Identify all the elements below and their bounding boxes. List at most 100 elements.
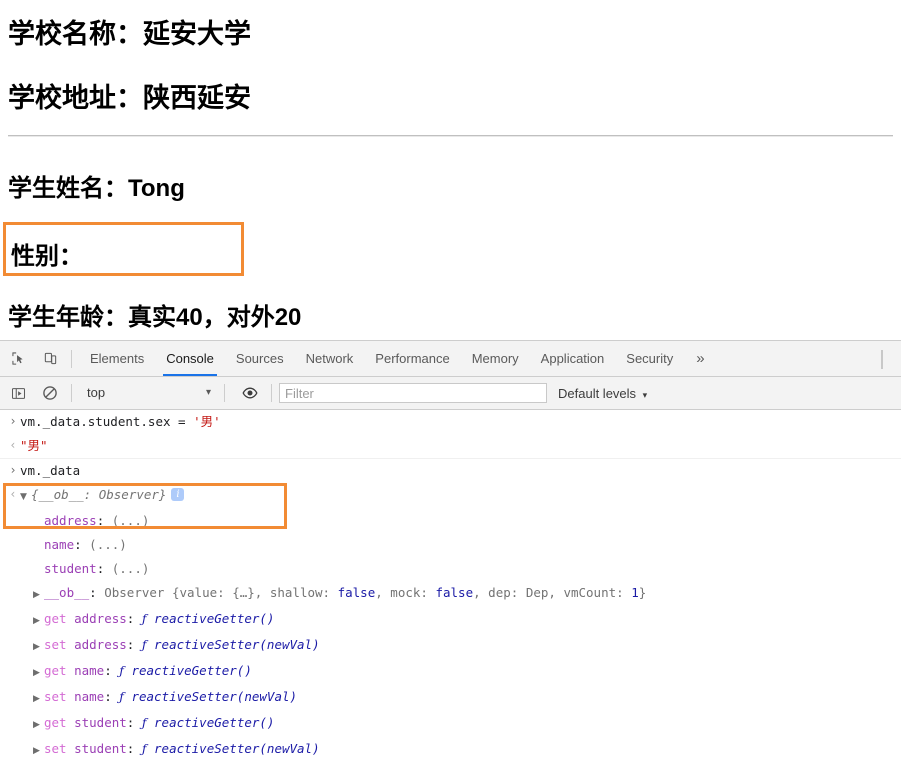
devtools-tabbar: Elements Console Sources Network Perform…	[0, 341, 901, 377]
function-signature: reactiveSetter(newVal)	[131, 689, 298, 704]
console-message-list: › vm._data.student.sex = '男' ‹ "男" › vm.…	[0, 410, 901, 762]
function-signature: reactiveGetter()	[154, 715, 275, 730]
expand-triangle-icon[interactable]	[20, 487, 31, 507]
student-sex-highlight-box: 性别：	[3, 222, 244, 276]
console-filter-input[interactable]	[279, 383, 547, 403]
expand-triangle-icon[interactable]	[33, 611, 44, 631]
expand-triangle-icon[interactable]	[33, 637, 44, 657]
property-name: student	[44, 561, 97, 576]
property-value[interactable]: (...)	[112, 561, 150, 576]
field-value: false	[337, 585, 376, 600]
object-property-row-ob[interactable]: __ob__: Observer {value: {…}, shallow: f…	[0, 581, 901, 607]
field-key: dep	[488, 585, 511, 600]
tab-elements[interactable]: Elements	[79, 341, 155, 376]
expand-triangle-icon[interactable]	[33, 715, 44, 735]
accessor-name: student	[74, 715, 127, 730]
log-levels-label: Default levels	[558, 385, 637, 401]
tab-application[interactable]: Application	[530, 341, 616, 376]
accessor-kind: get	[44, 663, 67, 678]
expand-triangle-icon[interactable]	[33, 663, 44, 683]
accessor-name: address	[74, 637, 127, 652]
tab-security[interactable]: Security	[615, 341, 684, 376]
property-value[interactable]: (...)	[112, 513, 150, 528]
output-caret-icon: ‹	[9, 487, 17, 501]
console-code-string: '男'	[185, 414, 221, 429]
console-message-input[interactable]: › vm._data.student.sex = '男'	[0, 410, 901, 434]
field-value: Dep	[525, 585, 549, 600]
tab-network[interactable]: Network	[295, 341, 365, 376]
console-filter-bar: top ▾ Default levels ▾	[0, 377, 901, 410]
constructor-name: Observer	[104, 585, 165, 600]
execution-context-select[interactable]: top ▾	[79, 382, 217, 404]
school-name-line: 学校名称：延安大学	[8, 19, 251, 49]
function-symbol-icon: ƒ	[141, 611, 147, 626]
log-levels-select[interactable]: Default levels ▾	[558, 386, 647, 401]
expand-triangle-icon[interactable]	[33, 689, 44, 709]
student-name-line: 学生姓名：Tong	[8, 175, 185, 202]
school-address-line: 学校地址：陕西延安	[8, 83, 251, 113]
student-age-line: 学生年龄：真实40，对外20	[8, 304, 302, 331]
object-accessor-row[interactable]: set name: ƒ reactiveSetter(newVal)	[0, 685, 901, 711]
object-accessor-row[interactable]: set student: ƒ reactiveSetter(newVal)	[0, 737, 901, 762]
tab-sources[interactable]: Sources	[225, 341, 295, 376]
accessor-name: address	[74, 611, 127, 626]
property-name: name	[44, 537, 75, 552]
object-property-row[interactable]: address: (...)	[0, 509, 901, 533]
tab-console[interactable]: Console	[155, 341, 225, 376]
chevron-down-icon: ▾	[205, 387, 211, 398]
rendered-page-content: 学校名称：延安大学 学校地址：陕西延安 学生姓名：Tong 性别： 学生年龄：真…	[0, 0, 901, 340]
accessor-name: name	[74, 689, 105, 704]
object-accessor-row[interactable]: get name: ƒ reactiveGetter()	[0, 659, 901, 685]
field-key: mock	[390, 585, 421, 600]
chevron-down-icon: ▾	[642, 389, 648, 400]
tabbar-right-divider	[881, 350, 883, 369]
accessor-kind: set	[44, 689, 67, 704]
filterbar-divider-2	[224, 384, 225, 402]
function-signature: reactiveGetter()	[154, 611, 275, 626]
object-property-row[interactable]: name: (...)	[0, 533, 901, 557]
expand-triangle-icon[interactable]	[33, 741, 44, 761]
function-signature: reactiveSetter(newVal)	[154, 637, 320, 652]
property-value[interactable]: (...)	[89, 537, 127, 552]
object-accessor-row[interactable]: get address: ƒ reactiveGetter()	[0, 607, 901, 633]
object-preview-header: {__ob__: Observer}	[31, 487, 167, 502]
accessor-kind: get	[44, 611, 67, 626]
function-symbol-icon: ƒ	[141, 715, 147, 730]
live-expression-icon[interactable]	[236, 379, 264, 407]
function-symbol-icon: ƒ	[141, 637, 147, 652]
field-value: {…}	[232, 585, 255, 600]
property-name: address	[44, 513, 97, 528]
more-tabs-icon[interactable]: »	[684, 350, 716, 367]
console-sidebar-icon[interactable]	[4, 379, 32, 407]
function-signature: reactiveSetter(newVal)	[154, 741, 320, 756]
accessor-name: name	[74, 663, 105, 678]
object-accessor-row[interactable]: get student: ƒ reactiveGetter()	[0, 711, 901, 737]
filterbar-divider-1	[71, 384, 72, 402]
clear-console-icon[interactable]	[36, 379, 64, 407]
filterbar-divider-3	[271, 384, 272, 402]
tab-memory[interactable]: Memory	[461, 341, 530, 376]
info-icon[interactable]: i	[171, 488, 185, 501]
console-output-string: "男"	[20, 438, 48, 453]
field-key: shallow	[269, 585, 323, 600]
accessor-kind: get	[44, 715, 67, 730]
expand-triangle-icon[interactable]	[33, 585, 44, 605]
tab-performance[interactable]: Performance	[364, 341, 460, 376]
device-toolbar-icon[interactable]	[36, 345, 64, 373]
student-sex-line: 性别：	[11, 243, 83, 270]
field-value: 1	[631, 585, 639, 600]
object-property-row[interactable]: student: (...)	[0, 557, 901, 581]
console-message-input[interactable]: › vm._data	[0, 459, 901, 483]
inspect-element-icon[interactable]	[4, 345, 32, 373]
field-key: vmCount	[563, 585, 617, 600]
input-caret-icon: ›	[9, 414, 17, 428]
object-accessor-row[interactable]: set address: ƒ reactiveSetter(newVal)	[0, 633, 901, 659]
console-message-output[interactable]: ‹ "男"	[0, 434, 901, 459]
console-message-object[interactable]: ‹ {__ob__: Observer} i	[0, 483, 901, 509]
devtools-panel: Elements Console Sources Network Perform…	[0, 340, 901, 762]
field-value: false	[435, 585, 474, 600]
console-code-target: vm._data.student.sex	[20, 414, 179, 429]
property-name: __ob__	[44, 585, 90, 600]
console-code-expression: vm._data	[20, 463, 81, 478]
content-divider	[8, 135, 893, 137]
